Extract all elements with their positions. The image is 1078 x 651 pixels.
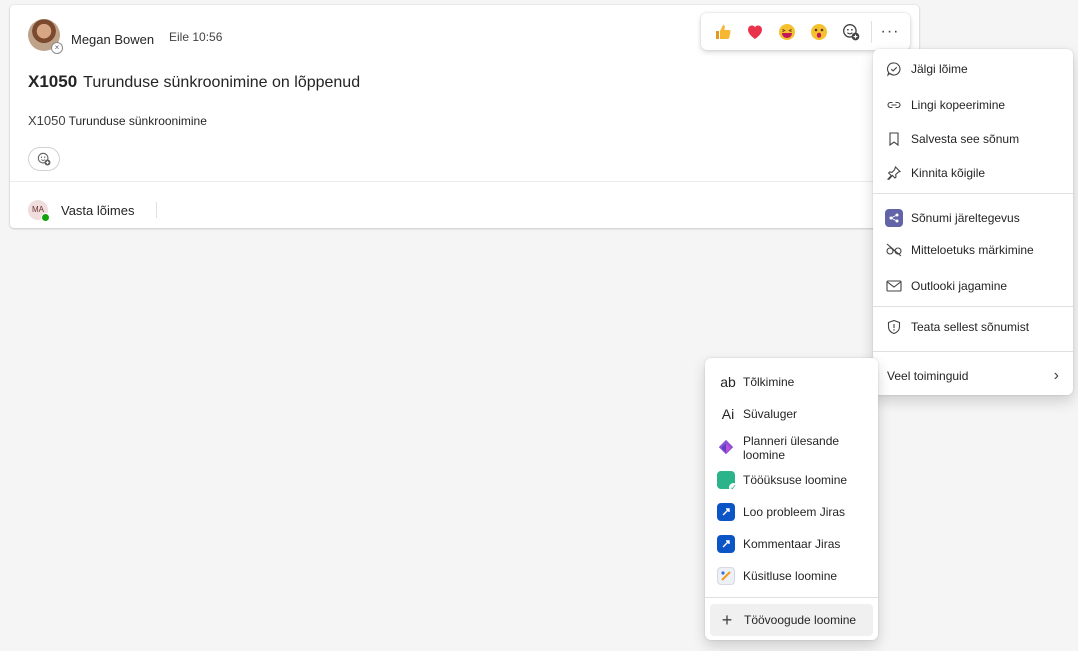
menu-item-label: Lingi kopeerimine <box>911 98 1006 112</box>
immersive-reader-icon: Ai <box>721 406 735 422</box>
menu-item-more-actions[interactable]: Veel toiminguid › <box>873 360 1073 392</box>
menu-item-label: Küsitluse loomine <box>743 569 838 583</box>
menu-item-pin-for-everyone[interactable]: Kinnita kõigile <box>873 157 1073 189</box>
submenu-item-jira-issue[interactable]: Loo probleem Jiras <box>705 496 878 528</box>
submenu-item-immersive-reader[interactable]: Ai Süvaluger <box>705 398 878 430</box>
menu-item-copy-link[interactable]: Lingi kopeerimine <box>873 89 1073 121</box>
divider <box>873 193 1073 194</box>
unread-icon <box>885 241 903 259</box>
surprised-emoji[interactable] <box>803 16 835 48</box>
menu-item-label: Outlooki jagamine <box>911 279 1008 293</box>
add-reaction-button[interactable] <box>28 147 60 171</box>
submenu-item-translate[interactable]: ab Tõlkimine <box>705 366 878 398</box>
presence-available-icon <box>41 213 50 222</box>
menu-item-follow-thread[interactable]: Jälgi lõime <box>873 53 1073 85</box>
link-icon <box>885 96 903 114</box>
menu-item-label: Jälgi lõime <box>911 62 968 76</box>
heart-emoji[interactable] <box>739 16 771 48</box>
reply-avatar: MA <box>28 200 50 222</box>
add-reaction-button[interactable] <box>835 16 867 48</box>
divider <box>873 351 1073 352</box>
plus-icon: + <box>721 609 733 630</box>
forms-icon <box>717 567 735 585</box>
menu-item-label: Mitteloetuks märkimine <box>911 243 1034 257</box>
submenu-item-create-workflow[interactable]: + Töövoogude loomine <box>710 604 873 636</box>
jira-icon <box>717 535 735 553</box>
follow-thread-icon <box>885 60 903 78</box>
menu-item-label: Töövoogude loomine <box>744 613 857 627</box>
message-context-menu: Jälgi lõime Lingi kopeerimine Salvesta s… <box>873 49 1073 395</box>
submenu-item-planner-task[interactable]: Planneri ülesande loomine <box>705 432 878 464</box>
menu-item-label: Veel toiminguid <box>887 369 969 383</box>
submenu-item-jira-comment[interactable]: Kommentaar Jiras <box>705 528 878 560</box>
mail-icon <box>885 277 903 295</box>
more-actions-submenu: ab Tõlkimine Ai Süvaluger Planneri ülesa… <box>705 358 878 640</box>
bookmark-icon <box>885 130 903 148</box>
reaction-bar: ··· <box>701 13 910 50</box>
menu-item-label: Kommentaar Jiras <box>743 537 841 551</box>
menu-item-mark-unread[interactable]: Mitteloetuks märkimine <box>873 234 1073 266</box>
avatar[interactable]: × <box>28 19 63 54</box>
menu-item-message-follow-up[interactable]: Sõnumi järeltegevus <box>873 202 1073 234</box>
menu-item-label: Tõlkimine <box>743 375 795 389</box>
work-item-icon: ✓ <box>717 471 738 492</box>
menu-item-label: Planneri ülesande loomine <box>743 434 840 462</box>
planner-icon <box>717 439 735 457</box>
menu-item-label: Salvesta see sõnum <box>911 132 1020 146</box>
menu-item-report-message[interactable]: Teata sellest sõnumist <box>873 311 1073 343</box>
like-emoji[interactable] <box>707 16 739 48</box>
reply-in-thread-button[interactable]: Vasta lõimes <box>61 203 134 218</box>
chevron-right-icon: › <box>1053 367 1059 384</box>
menu-item-label: Kinnita kõigile <box>911 166 986 180</box>
divider <box>873 306 1073 307</box>
title-code: X1050 <box>28 72 78 91</box>
menu-item-save-message[interactable]: Salvesta see sõnum <box>873 123 1073 155</box>
title-text: Turunduse sünkroonimine on lõppenud <box>83 74 361 91</box>
follow-up-app-icon <box>885 209 903 227</box>
timestamp: Eile 10:56 <box>169 30 223 44</box>
add-reaction-icon <box>37 152 51 166</box>
menu-item-share-outlook[interactable]: Outlooki jagamine <box>873 270 1073 302</box>
message-body: X1050 Turunduse sünkroonimine <box>28 113 207 128</box>
menu-item-label: Loo probleem Jiras <box>743 505 846 519</box>
divider <box>705 597 878 598</box>
menu-item-label: Sõnumi järeltegevus <box>911 211 1020 225</box>
menu-item-label: Teata sellest sõnumist <box>911 320 1030 334</box>
menu-item-label: Süvaluger <box>743 407 798 421</box>
body-text: Turunduse sünkroonimine <box>68 114 207 128</box>
submenu-item-work-item[interactable]: ✓ Tööüksuse loomine <box>705 464 878 496</box>
divider <box>871 20 872 43</box>
jira-icon <box>717 503 735 521</box>
add-reaction-icon <box>843 23 860 40</box>
translate-icon: ab <box>720 374 736 390</box>
presence-offline-icon: × <box>51 42 63 54</box>
body-code: X1050 <box>28 113 66 128</box>
pin-icon <box>885 164 903 182</box>
author-name[interactable]: Megan Bowen <box>71 32 154 47</box>
shield-icon <box>885 318 903 336</box>
divider <box>156 202 157 218</box>
submenu-item-poll[interactable]: Küsitluse loomine <box>705 560 878 592</box>
more-options-button[interactable]: ··· <box>876 23 904 41</box>
divider <box>10 181 919 182</box>
message-title: X1050 Turunduse sünkroonimine on lõppenud <box>28 72 360 92</box>
laugh-emoji[interactable] <box>771 16 803 48</box>
menu-item-label: Tööüksuse loomine <box>743 473 848 487</box>
